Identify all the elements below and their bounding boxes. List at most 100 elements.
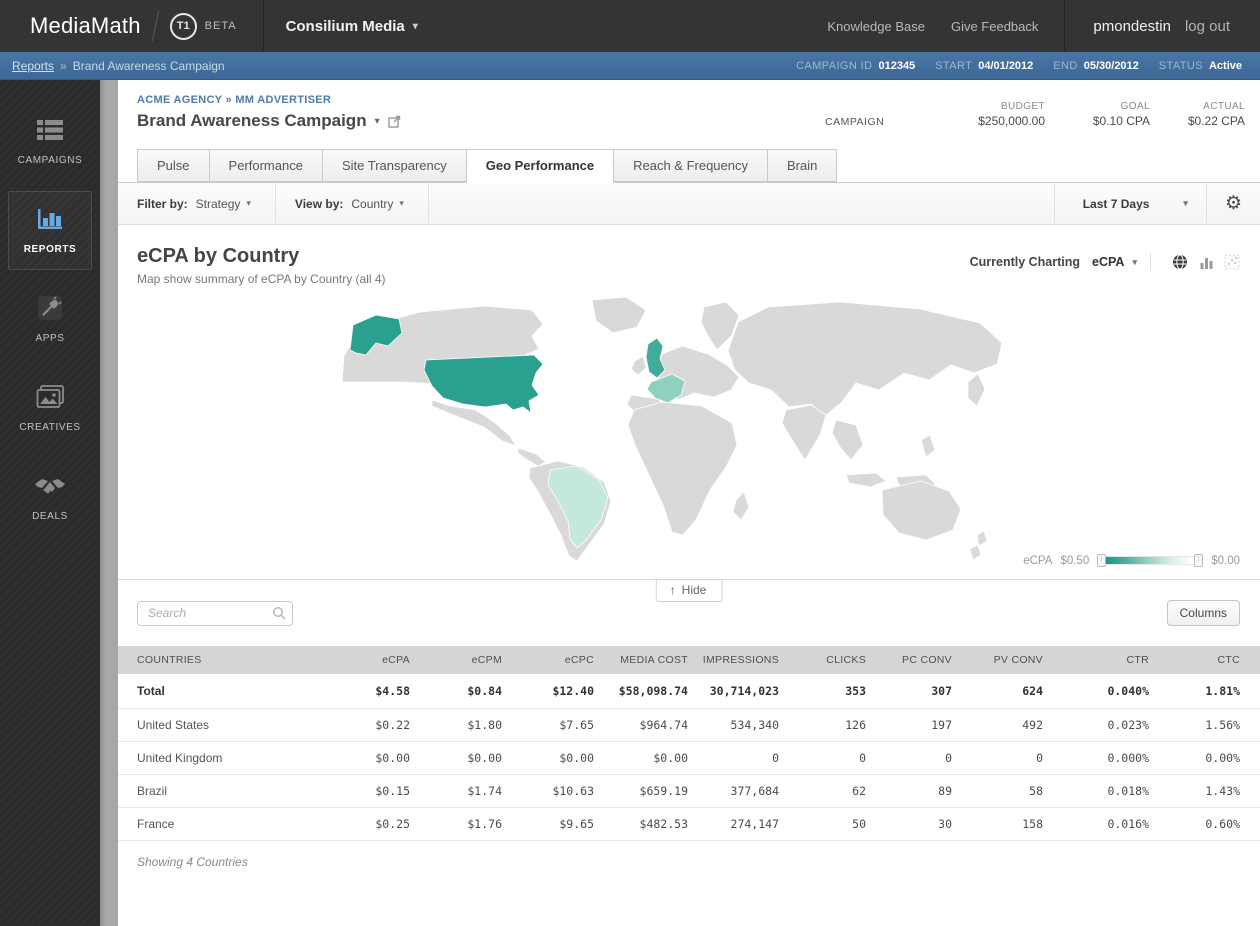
- total-ecpa: $4.58: [333, 674, 410, 709]
- organization-name: Consilium Media: [286, 18, 405, 35]
- table-header-row: COUNTRIES eCPA eCPM eCPC MEDIA COST IMPR…: [118, 646, 1260, 674]
- sidebar-item-apps[interactable]: APPS: [8, 280, 92, 359]
- table-cell: 0: [952, 742, 1043, 775]
- breadcrumb-reports-link[interactable]: Reports: [12, 59, 54, 73]
- table-cell: $0.00: [594, 742, 688, 775]
- country-cell: United States: [118, 709, 333, 742]
- sidebar-item-creatives[interactable]: CREATIVES: [8, 369, 92, 448]
- table-cell: $0.00: [333, 742, 410, 775]
- date-range-dropdown[interactable]: Last 7 Days ▾: [1054, 183, 1206, 224]
- column-header-pc-conv[interactable]: PC CONV: [866, 646, 952, 674]
- give-feedback-link[interactable]: Give Feedback: [951, 19, 1038, 34]
- logout-link[interactable]: log out: [1185, 18, 1230, 35]
- view-by-segment: View by: Country ▾: [276, 183, 429, 224]
- chevron-down-icon: ▾: [246, 198, 251, 209]
- table-footer-count: Showing 4 Countries: [118, 841, 1260, 869]
- table-row-united-kingdom[interactable]: United Kingdom $0.00 $0.00 $0.00 $0.00 0…: [118, 742, 1260, 775]
- table-cell: $0.22: [333, 709, 410, 742]
- map-country-indonesia-west: [846, 473, 886, 487]
- legend-left-handle[interactable]: ⁞: [1097, 554, 1106, 567]
- table-cell: 0.023%: [1043, 709, 1149, 742]
- columns-button[interactable]: Columns: [1167, 600, 1240, 626]
- sidebar-item-reports[interactable]: REPORTS: [8, 191, 92, 270]
- metric-dropdown[interactable]: eCPA ▾: [1092, 255, 1137, 269]
- total-ctr: 0.040%: [1043, 674, 1149, 709]
- table-cell: 62: [779, 775, 866, 808]
- legend-range-slider: ⁞ ⁞: [1097, 554, 1203, 567]
- table-cell: 377,684: [688, 775, 779, 808]
- table-cell: 0: [688, 742, 779, 775]
- table-cell: 0.018%: [1043, 775, 1149, 808]
- goal-label: GOAL: [1045, 101, 1150, 112]
- table-cell: $964.74: [594, 709, 688, 742]
- tab-performance[interactable]: Performance: [209, 149, 322, 182]
- sidebar-item-deals[interactable]: DEALS: [8, 458, 92, 537]
- map-region-central-america: [518, 448, 546, 466]
- brand-logo: MediaMath: [30, 13, 141, 39]
- table-cell: 0: [866, 742, 952, 775]
- table-row-brazil[interactable]: Brazil $0.15 $1.74 $10.63 $659.19 377,68…: [118, 775, 1260, 808]
- column-header-ctr[interactable]: CTR: [1043, 646, 1149, 674]
- map-country-madagascar: [733, 492, 749, 520]
- column-header-media-cost[interactable]: MEDIA COST: [594, 646, 688, 674]
- gear-icon: ⚙: [1225, 192, 1242, 215]
- campaign-stats: CAMPAIGN BUDGET GOAL ACTUAL $250,000.00 …: [825, 96, 1245, 128]
- arrow-up-icon: ↑: [670, 583, 676, 597]
- tab-brain[interactable]: Brain: [767, 149, 837, 182]
- column-header-pv-conv[interactable]: PV CONV: [952, 646, 1043, 674]
- table-cell: 126: [779, 709, 866, 742]
- table-row-france[interactable]: France $0.25 $1.76 $9.65 $482.53 274,147…: [118, 808, 1260, 841]
- table-cell: 0.60%: [1149, 808, 1260, 841]
- campaign-meta: CAMPAIGN ID 012345 START 04/01/2012 END …: [796, 60, 1242, 72]
- column-header-ctc[interactable]: CTC: [1149, 646, 1260, 674]
- goal-value: $0.10 CPA: [1045, 114, 1150, 128]
- tab-pulse[interactable]: Pulse: [137, 149, 209, 182]
- view-by-dropdown[interactable]: Country ▾: [351, 197, 404, 211]
- world-map[interactable]: [280, 294, 1010, 562]
- date-range-value: Last 7 Days: [1083, 197, 1150, 211]
- column-header-ecpm[interactable]: eCPM: [410, 646, 502, 674]
- hide-label: Hide: [682, 583, 707, 597]
- status-badge: Active: [1209, 60, 1242, 72]
- divider: [1150, 253, 1151, 271]
- hide-chart-button[interactable]: ↑ Hide: [656, 580, 723, 602]
- tab-site-transparency[interactable]: Site Transparency: [322, 149, 466, 182]
- tab-geo-performance[interactable]: Geo Performance: [466, 149, 614, 183]
- popout-icon[interactable]: [388, 115, 401, 128]
- chart-panel: eCPA by Country Map show summary of eCPA…: [118, 225, 1260, 580]
- table-cell: 50: [779, 808, 866, 841]
- reports-bar-chart-icon: [9, 204, 91, 234]
- settings-button[interactable]: ⚙: [1206, 183, 1260, 224]
- knowledge-base-link[interactable]: Knowledge Base: [827, 19, 925, 34]
- search-icon: [272, 606, 286, 625]
- sidebar-item-campaigns[interactable]: CAMPAIGNS: [8, 102, 92, 181]
- organization-selector[interactable]: Consilium Media ▾: [264, 18, 440, 35]
- column-header-impressions[interactable]: IMPRESSIONS: [688, 646, 779, 674]
- table-cell: 0.016%: [1043, 808, 1149, 841]
- map-country-mexico: [432, 400, 516, 446]
- table-cell: $1.80: [410, 709, 502, 742]
- filter-by-dropdown[interactable]: Strategy ▾: [196, 197, 251, 211]
- username[interactable]: pmondestin: [1093, 18, 1171, 35]
- total-ecpc: $12.40: [502, 674, 594, 709]
- meta-label: START: [935, 60, 972, 72]
- legend-right-handle[interactable]: ⁞: [1194, 554, 1203, 567]
- column-header-clicks[interactable]: CLICKS: [779, 646, 866, 674]
- table-cell: 492: [952, 709, 1043, 742]
- scatter-plot-view-icon[interactable]: [1222, 253, 1242, 271]
- meta-label: END: [1053, 60, 1077, 72]
- map-view-icon[interactable]: [1170, 253, 1190, 271]
- table-row-united-states[interactable]: United States $0.22 $1.80 $7.65 $964.74 …: [118, 709, 1260, 742]
- budget-label: BUDGET: [915, 101, 1045, 112]
- total-clicks: 353: [779, 674, 866, 709]
- map-region-africa: [628, 402, 737, 535]
- tab-reach-frequency[interactable]: Reach & Frequency: [614, 149, 767, 182]
- search-input[interactable]: [137, 601, 293, 626]
- sidebar-splitter[interactable]: [100, 80, 118, 926]
- column-header-ecpa[interactable]: eCPA: [333, 646, 410, 674]
- bar-chart-view-icon[interactable]: [1196, 253, 1216, 271]
- campaign-dropdown-icon[interactable]: ▾: [375, 116, 380, 127]
- filter-by-segment: Filter by: Strategy ▾: [118, 183, 276, 224]
- column-header-countries[interactable]: COUNTRIES: [118, 646, 333, 674]
- column-header-ecpc[interactable]: eCPC: [502, 646, 594, 674]
